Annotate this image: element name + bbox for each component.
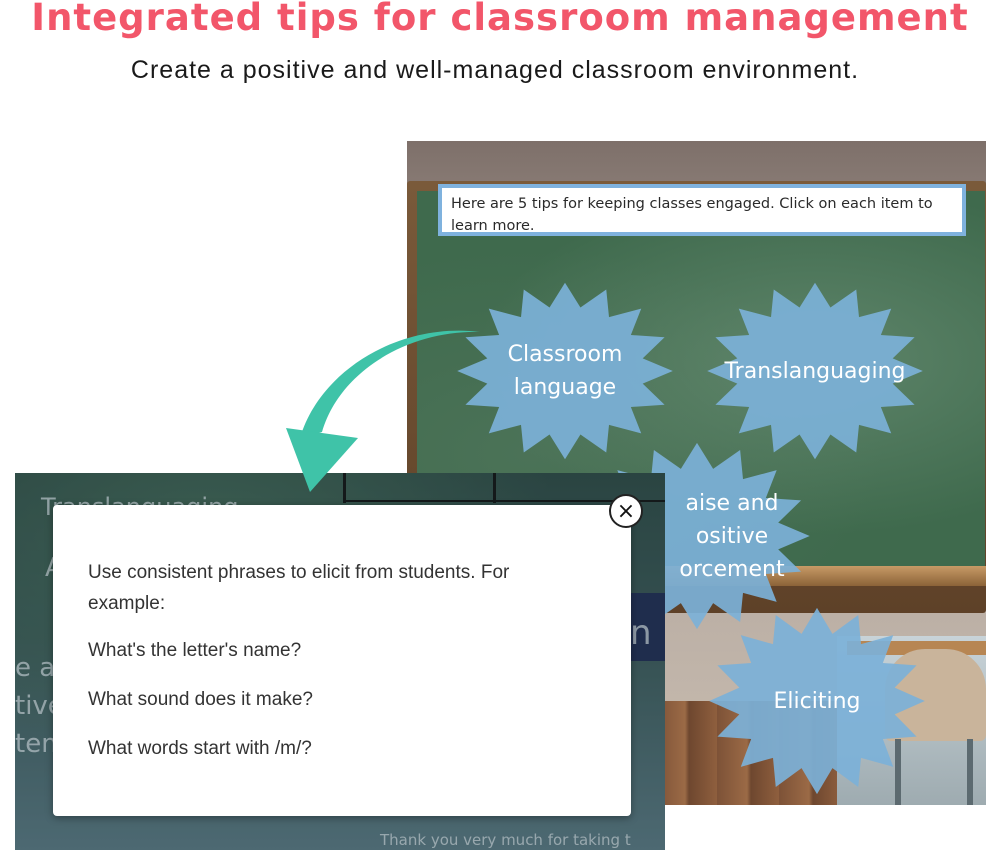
curved-arrow-icon [286,330,480,492]
tip-label: Translanguaging [724,358,906,384]
modal-paragraph: What's the letter's name? [88,640,302,661]
instructions-box: Here are 5 tips for keeping classes enga… [438,184,966,236]
tip-label: Eliciting [773,688,861,714]
page-title: Integrated tips for classroom management [31,0,969,39]
modal-paragraph: Use consistent phrases to elicit from st… [88,562,510,614]
arrow-shaft [300,330,480,438]
tip-detail-modal: Use consistent phrases to elicit from st… [53,505,631,816]
page-subtitle: Create a positive and well-managed class… [130,56,860,84]
close-icon: × [616,498,636,524]
tip-translanguaging-button[interactable]: Translanguaging [705,281,925,461]
modal-paragraph: What sound does it make? [88,689,313,710]
tip-eliciting-button[interactable]: Eliciting [707,606,927,796]
chair-leg [967,739,973,805]
close-modal-button[interactable]: × [609,494,643,528]
modal-paragraph: What words start with /m/? [88,738,312,759]
arrow-head [286,428,358,492]
